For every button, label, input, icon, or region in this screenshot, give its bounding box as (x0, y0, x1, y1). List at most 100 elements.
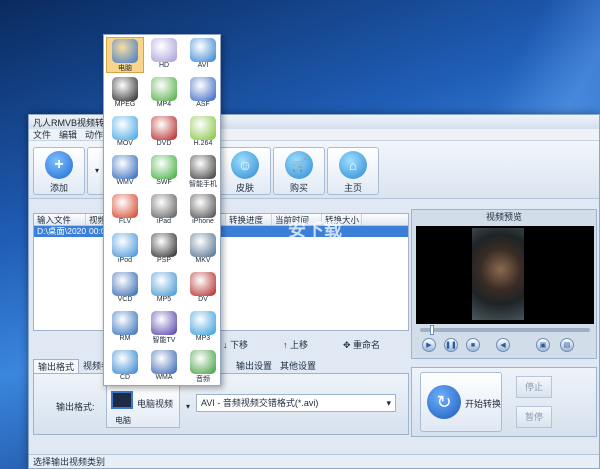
add-icon: + (45, 151, 73, 179)
smiley-icon: ☺ (231, 151, 259, 179)
tab-other-settings[interactable]: 其他设置 (276, 359, 320, 373)
format-item-vcd[interactable]: VCD (106, 271, 144, 307)
folder-icon: ▤ (563, 342, 571, 349)
format-item-dv[interactable]: DV (184, 271, 222, 307)
mp4-film-icon (151, 77, 177, 101)
film-reel-icon (112, 77, 138, 101)
asf-play-icon (190, 77, 216, 101)
start-convert-label: 开始转换 (465, 399, 502, 409)
wmv-icon (112, 155, 138, 179)
computer-icon (111, 391, 133, 409)
move-up-button[interactable]: ↑ 上移 (283, 338, 308, 351)
stop-convert-label: 停止 (524, 382, 543, 392)
format-item-mov[interactable]: MOV (106, 115, 144, 151)
format-item-flv[interactable]: FLV (106, 193, 144, 229)
tab-output-format[interactable]: 输出格式 (33, 359, 80, 373)
format-item-avi[interactable]: AVI (184, 37, 222, 73)
play-icon: ▶ (426, 342, 432, 349)
format-item-label: 智能手机 (189, 181, 217, 188)
format-item-psp[interactable]: PSP (145, 232, 183, 268)
format-item-label: MPEG (114, 101, 136, 108)
format-item-label: MP4 (156, 101, 172, 108)
col-input-file[interactable]: 输入文件 (34, 214, 86, 225)
format-item-label: iPhone (192, 218, 214, 225)
format-item-ipad[interactable]: iPad (145, 193, 183, 229)
format-item-dvd[interactable]: DVD (145, 115, 183, 151)
format-item-label: MP5 (156, 296, 172, 303)
format-item-智能手机[interactable]: 智能手机 (184, 154, 222, 190)
menu-file[interactable]: 文件 (33, 128, 51, 141)
ipod-icon (112, 233, 138, 257)
format-item-电脑[interactable]: 电脑 (106, 37, 144, 73)
chevron-down-icon: ▾ (386, 398, 391, 408)
status-bar: 选择输出视频类别 (29, 454, 599, 468)
add-button[interactable]: + 添加 (33, 147, 85, 195)
format-item-label: iPod (117, 257, 132, 264)
tab-output-settings[interactable]: 输出设置 (232, 359, 276, 373)
shopping-cart-icon: 🛒 (285, 151, 313, 179)
mp3-icon (190, 311, 216, 335)
home-button[interactable]: ⌂ 主页 (327, 147, 379, 195)
watermark-line1: 安下载 (288, 220, 342, 240)
smart-tv-icon (151, 311, 177, 335)
format-item-cd[interactable]: CD (106, 349, 144, 385)
skin-button[interactable]: ☺ 皮肤 (219, 147, 271, 195)
start-convert-button[interactable]: ↻ 开始转换 (420, 372, 502, 432)
convert-panel: ↻ 开始转换 停止 暂停 (411, 367, 597, 437)
snapshot-button[interactable]: ▣ (536, 338, 550, 352)
format-category-sub: 电脑 (115, 416, 131, 425)
format-item-mp3[interactable]: MP3 (184, 310, 222, 346)
format-item-asf[interactable]: ASF (184, 76, 222, 112)
format-item-wma[interactable]: WMA (145, 349, 183, 385)
format-item-mkv[interactable]: MKV (184, 232, 222, 268)
swf-icon (151, 155, 177, 179)
format-item-swf[interactable]: SWF (145, 154, 183, 190)
buy-label: 购买 (289, 183, 308, 193)
format-item-rm[interactable]: RM (106, 310, 144, 346)
format-item-label: 电脑 (118, 65, 132, 72)
pause-convert-label: 暂停 (524, 412, 543, 422)
folder-button[interactable]: ▤ (560, 338, 574, 352)
format-item-iphone[interactable]: iPhone (184, 193, 222, 229)
format-item-智能tv[interactable]: 智能TV (145, 310, 183, 346)
stop-convert-button[interactable]: 停止 (516, 376, 552, 398)
ipad-icon (151, 194, 177, 218)
volume-button[interactable]: ◀ (496, 338, 510, 352)
format-item-mp5[interactable]: MP5 (145, 271, 183, 307)
camera-icon: ▣ (539, 342, 547, 349)
camcorder-icon (190, 272, 216, 296)
iphone-icon (190, 194, 216, 218)
preview-seek-slider[interactable] (420, 325, 590, 335)
move-down-button[interactable]: ↓ 下移 (223, 338, 248, 351)
format-item-hd[interactable]: HD (145, 37, 183, 73)
pause-button[interactable]: ❚❚ (444, 338, 458, 352)
seek-handle[interactable] (430, 325, 434, 335)
format-item-label: VCD (117, 296, 133, 303)
format-item-label: ASF (196, 101, 210, 108)
col-progress[interactable]: 转换进度 (226, 214, 272, 225)
format-category-select[interactable]: 电脑视频 电脑 (106, 384, 180, 428)
menu-action[interactable]: 动作 (85, 128, 103, 141)
format-item-音频[interactable]: 音频 (184, 349, 222, 385)
format-item-mp4[interactable]: MP4 (145, 76, 183, 112)
rename-label: 重命名 (353, 339, 381, 350)
format-item-label: AVI (197, 62, 209, 69)
watermark: 安下载 anxz.com (270, 216, 360, 256)
format-select[interactable]: AVI - 音频视频交错格式(*.avi) ▾ (196, 394, 396, 412)
pause-convert-button[interactable]: 暂停 (516, 406, 552, 428)
format-item-wmv[interactable]: WMV (106, 154, 144, 190)
buy-button[interactable]: 🛒 购买 (273, 147, 325, 195)
rename-button[interactable]: ✥ 重命名 (343, 338, 380, 351)
format-item-h-264[interactable]: H.264 (184, 115, 222, 151)
flash-icon (112, 194, 138, 218)
menu-edit[interactable]: 编辑 (59, 128, 77, 141)
play-button[interactable]: ▶ (422, 338, 436, 352)
format-item-ipod[interactable]: iPod (106, 232, 144, 268)
format-item-label: H.264 (193, 140, 213, 147)
preview-title: 视频预览 (485, 212, 522, 222)
smartphone-icon (190, 155, 216, 179)
category-chevron-icon: ▾ (186, 402, 191, 411)
stop-button[interactable]: ■ (466, 338, 480, 352)
format-item-mpeg[interactable]: MPEG (106, 76, 144, 112)
format-item-label: RM (119, 335, 131, 342)
